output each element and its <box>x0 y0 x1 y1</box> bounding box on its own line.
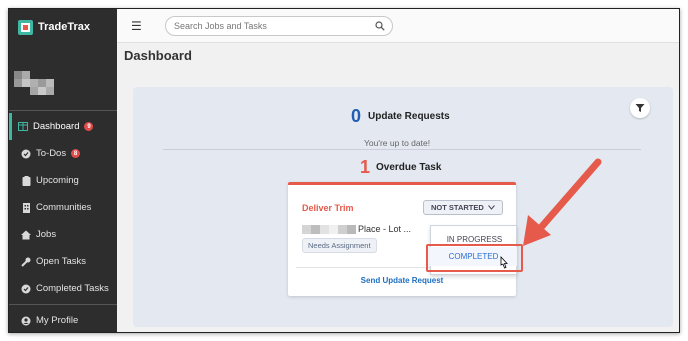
check-circle-icon <box>21 284 31 294</box>
status-option-in-progress[interactable]: IN PROGRESS <box>431 235 518 244</box>
search-input[interactable]: Search Jobs and Tasks <box>165 16 393 36</box>
sidebar-item-my-profile[interactable]: My Profile <box>9 307 117 332</box>
sidebar-item-communities[interactable]: Communities <box>9 194 117 221</box>
chevron-down-icon <box>487 205 495 210</box>
filter-button[interactable] <box>630 98 650 118</box>
overdue-label: Overdue Task <box>376 162 442 173</box>
notification-badge: 8 <box>71 149 81 158</box>
divider <box>9 304 117 305</box>
overdue-count: 1 <box>360 157 371 177</box>
update-requests-label: Update Requests <box>368 111 450 122</box>
blurred-address <box>302 225 356 234</box>
up-to-date-message: You're up to date! <box>364 138 431 148</box>
dashboard-icon <box>18 122 28 132</box>
mouse-cursor-icon <box>500 256 508 269</box>
send-update-request-link[interactable]: Send Update Request <box>288 276 516 285</box>
sidebar-item-upcoming[interactable]: Upcoming <box>9 167 117 194</box>
sidebar-item-label: To-Dos <box>36 148 67 159</box>
sidebar-nav: Dashboard 9 To-Dos 8 Upcoming Communitie… <box>9 108 117 332</box>
check-circle-icon <box>21 149 31 159</box>
hamburger-menu-icon[interactable]: ☰ <box>131 19 142 33</box>
sidebar-item-label: Jobs <box>36 229 57 240</box>
needs-assignment-tag: Needs Assignment <box>302 238 377 253</box>
top-bar: ☰ Search Jobs and Tasks <box>117 9 679 43</box>
sidebar-item-label: Upcoming <box>36 175 79 186</box>
wrench-icon <box>21 257 31 267</box>
avatar[interactable] <box>14 71 54 99</box>
status-label: NOT STARTED <box>431 203 484 212</box>
sidebar-item-jobs[interactable]: Jobs <box>9 221 117 248</box>
sidebar-item-completed-tasks[interactable]: Completed Tasks <box>9 275 117 302</box>
app-logo[interactable]: TradeTrax <box>18 17 90 37</box>
section-divider <box>163 149 641 150</box>
building-icon <box>21 202 31 213</box>
sidebar-item-label: My Profile <box>36 315 79 326</box>
user-circle-icon <box>21 316 31 326</box>
search-icon[interactable] <box>375 21 385 31</box>
sidebar: TradeTrax Dashboard 9 To-Dos 8 Upcoming … <box>9 9 117 332</box>
task-location: Place - Lot ... <box>358 224 412 234</box>
sidebar-item-dashboard[interactable]: Dashboard 9 <box>9 113 117 140</box>
search-placeholder: Search Jobs and Tasks <box>174 21 267 31</box>
app-name: TradeTrax <box>38 21 90 33</box>
clipboard-icon <box>21 175 31 186</box>
house-icon <box>21 230 31 240</box>
sidebar-item-label: Communities <box>36 202 92 213</box>
page-title: Dashboard <box>124 48 192 63</box>
sidebar-item-label: Completed Tasks <box>36 283 109 294</box>
sidebar-item-todos[interactable]: To-Dos 8 <box>9 140 117 167</box>
task-title[interactable]: Deliver Trim <box>302 203 354 213</box>
sidebar-item-label: Dashboard <box>33 121 80 132</box>
notification-badge: 9 <box>84 122 94 131</box>
status-dropdown[interactable]: NOT STARTED <box>423 200 503 215</box>
update-requests-count: 0 <box>351 106 362 126</box>
sidebar-item-label: Open Tasks <box>36 256 86 267</box>
sidebar-item-open-tasks[interactable]: Open Tasks <box>9 248 117 275</box>
divider <box>9 110 117 111</box>
tradetrax-logo-icon <box>18 19 33 35</box>
filter-icon <box>635 104 645 112</box>
